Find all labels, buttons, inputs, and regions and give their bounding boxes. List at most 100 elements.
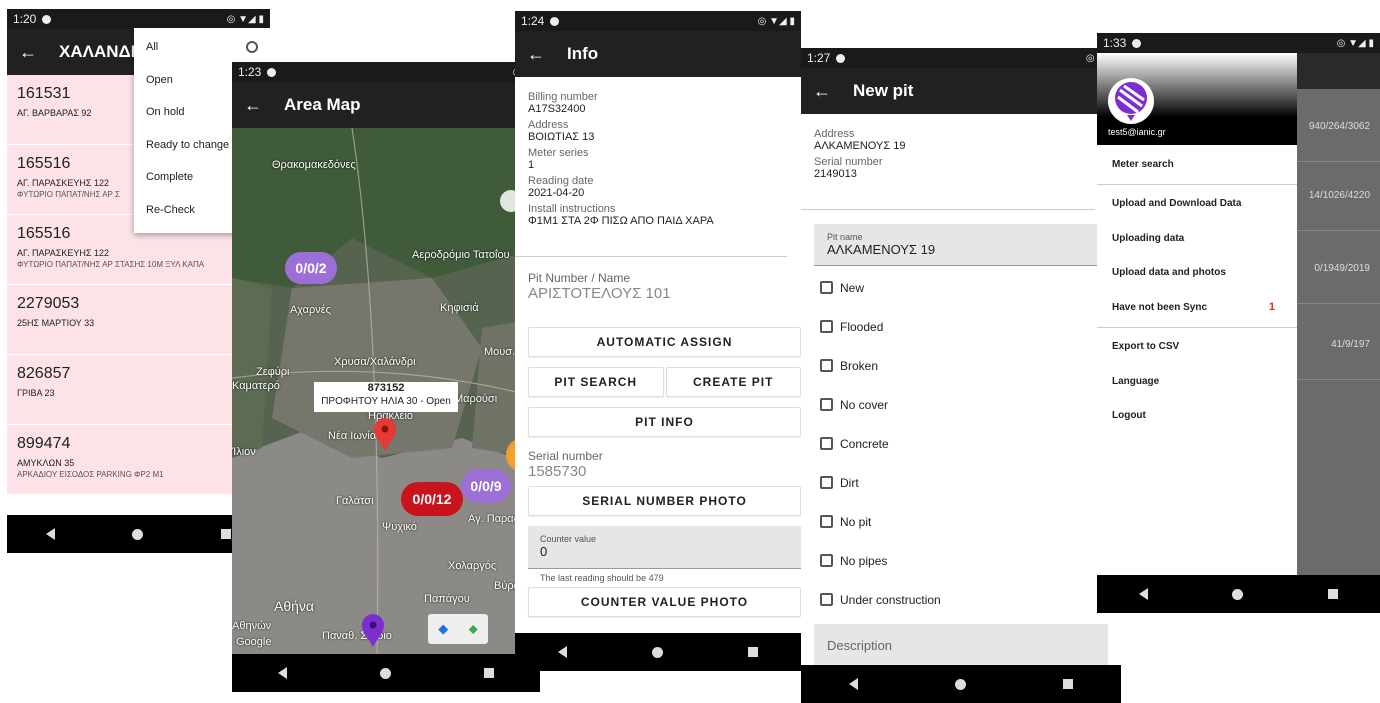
drawer-menu-item[interactable]: Have not been Sync 1 bbox=[1097, 290, 1297, 325]
nav-recents-icon[interactable] bbox=[1062, 679, 1073, 689]
background-list-divider bbox=[1297, 303, 1380, 304]
condition-checkbox[interactable]: Concrete bbox=[801, 424, 1121, 463]
map-place-label: Αθηνών bbox=[232, 620, 272, 632]
nav-recents-icon[interactable] bbox=[221, 529, 232, 539]
back-arrow-icon[interactable]: ← bbox=[813, 81, 831, 102]
checkbox-box[interactable] bbox=[820, 593, 833, 606]
create-pit-button[interactable]: CREATE PIT bbox=[665, 367, 801, 397]
checkbox-box[interactable] bbox=[820, 554, 833, 567]
drawer-item-label: Logout bbox=[1112, 410, 1146, 422]
map-place-label: Αχαρνές bbox=[290, 304, 331, 316]
nav-recents-icon[interactable] bbox=[483, 668, 494, 678]
address-value: ΑΛΚΑΜΕΝΟΥΣ 19 bbox=[814, 140, 906, 152]
meter-list-item[interactable]: 227905325ΗΣ ΜΑΡΤΙΟΥ 33Co bbox=[7, 285, 270, 355]
condition-checkbox[interactable]: Flooded bbox=[801, 307, 1121, 346]
map-cluster[interactable]: 0/0/12 bbox=[401, 482, 463, 516]
reading-date-label: Reading date bbox=[528, 175, 594, 187]
drawer-item-label: Upload data and photos bbox=[1112, 267, 1226, 279]
nav-home-icon[interactable] bbox=[1232, 588, 1244, 600]
nav-bar bbox=[801, 665, 1121, 703]
checkbox-box[interactable] bbox=[820, 281, 833, 294]
maps-app-shortcut[interactable]: ◆ ⬥ bbox=[428, 614, 488, 644]
condition-checkbox[interactable]: No pit bbox=[801, 502, 1121, 541]
notification-icon bbox=[267, 67, 277, 77]
serial-photo-button[interactable]: SERIAL NUMBER PHOTO bbox=[528, 486, 801, 516]
checkbox-box[interactable] bbox=[820, 320, 833, 333]
nav-bar bbox=[232, 654, 540, 692]
drawer-menu-item[interactable]: Uploading data bbox=[1097, 221, 1297, 256]
drawer-item-label: Have not been Sync bbox=[1112, 301, 1208, 313]
nav-recents-icon[interactable] bbox=[748, 647, 759, 657]
checkbox-box[interactable] bbox=[820, 437, 833, 450]
pit-info-button[interactable]: PIT INFO bbox=[528, 407, 801, 437]
condition-checkbox[interactable]: Broken bbox=[801, 346, 1121, 385]
drawer-item-label: Upload and Download Data bbox=[1112, 198, 1242, 210]
back-arrow-icon[interactable]: ← bbox=[527, 44, 545, 65]
checkbox-box[interactable] bbox=[820, 398, 833, 411]
radio-button[interactable] bbox=[246, 41, 258, 54]
map-cluster[interactable]: 0/0/9 bbox=[461, 469, 511, 503]
status-icons: ◎ ▼◢ ▮ bbox=[226, 13, 264, 25]
avatar bbox=[1108, 78, 1154, 124]
condition-checkbox[interactable]: Dirt bbox=[801, 463, 1121, 502]
drawer-menu-item[interactable]: Language bbox=[1097, 364, 1297, 399]
checkbox-label: Concrete bbox=[840, 436, 889, 451]
google-maps-icon[interactable]: ⬥ bbox=[469, 621, 478, 637]
drawer-header: test5@ianic.gr bbox=[1097, 53, 1297, 145]
checkbox-box[interactable] bbox=[820, 515, 833, 528]
filter-option[interactable]: All bbox=[134, 31, 270, 64]
pit-name-value: ΑΛΚΑΜΕΝΟΥΣ 19 bbox=[827, 242, 936, 257]
pit-search-button[interactable]: PIT SEARCH bbox=[528, 367, 664, 397]
pit-name-field[interactable]: Pit name ΑΛΚΑΜΕΝΟΥΣ 19 bbox=[814, 224, 1108, 266]
drawer-menu-item[interactable]: Export to CSV bbox=[1097, 330, 1297, 365]
back-arrow-icon[interactable]: ← bbox=[19, 42, 37, 63]
nav-recents-icon[interactable] bbox=[1327, 589, 1338, 599]
red-marker-icon[interactable] bbox=[373, 418, 397, 452]
serial-label: Serial number bbox=[528, 449, 603, 463]
nav-home-icon[interactable] bbox=[954, 678, 966, 690]
meter-list-item[interactable]: 899474 ΑΜΥΚΛΩΝ 35 ΑΡΚΑΔΙΟΥ ΕΙΣΟΔΟΣ PARKING… bbox=[7, 425, 270, 495]
checkbox-label: Flooded bbox=[840, 319, 884, 334]
description-field[interactable]: Description bbox=[814, 624, 1108, 668]
reading-date-value: 2021-04-20 bbox=[528, 187, 585, 199]
nav-back-icon[interactable] bbox=[557, 646, 567, 658]
meter-list-item[interactable]: 826857 ΓΡΙΒΑ 23 bbox=[7, 355, 270, 425]
automatic-assign-button[interactable]: AUTOMATIC ASSIGN bbox=[528, 327, 801, 357]
page-title: Info bbox=[567, 44, 599, 63]
series-value: 1 bbox=[528, 159, 535, 171]
install-label: Install instructions bbox=[528, 203, 616, 215]
nav-home-icon[interactable] bbox=[651, 646, 663, 658]
map-view[interactable]: Θρακομακεδόνες Αεροδρόμιο Τατοΐου Αχαρνές Κ… bbox=[232, 128, 540, 654]
condition-checkbox[interactable]: Under construction bbox=[801, 580, 1121, 619]
background-list-value: 0/1949/2019 bbox=[1314, 263, 1370, 274]
nav-home-icon[interactable] bbox=[379, 667, 391, 679]
map-place-label: Νέα Ιωνία bbox=[328, 430, 377, 442]
nav-back-icon[interactable] bbox=[278, 667, 288, 679]
checkbox-box[interactable] bbox=[820, 359, 833, 372]
map-place-label: Θρακομακεδόνες bbox=[272, 159, 356, 171]
condition-checkbox[interactable]: New bbox=[801, 268, 1121, 307]
nav-back-icon[interactable] bbox=[849, 678, 859, 690]
purple-marker-icon[interactable] bbox=[361, 614, 385, 648]
drawer-menu-item[interactable]: Logout bbox=[1097, 399, 1297, 434]
drawer-menu-item[interactable]: Meter search bbox=[1097, 147, 1297, 182]
back-arrow-icon[interactable]: ← bbox=[244, 95, 262, 116]
drawer-menu-item[interactable]: Upload and Download Data bbox=[1097, 187, 1297, 222]
nav-home-icon[interactable] bbox=[132, 528, 144, 540]
checkbox-label: Under construction bbox=[840, 592, 941, 607]
marker-callout[interactable]: 873152 ΠΡΟΦΗΤΟΥ ΗΛΙΑ 30 - Open bbox=[314, 382, 458, 412]
condition-checkboxes: New Flooded Broken No cover Concrete Dirt No p… bbox=[801, 268, 1121, 619]
clock: 1:27 bbox=[807, 51, 831, 65]
map-cluster[interactable]: 0/0/2 bbox=[285, 252, 337, 284]
condition-checkbox[interactable]: No pipes bbox=[801, 541, 1121, 580]
drawer-menu-item[interactable]: Upload data and photos bbox=[1097, 256, 1297, 291]
app-bar: ← Info bbox=[515, 31, 801, 77]
counter-photo-button[interactable]: COUNTER VALUE PHOTO bbox=[528, 587, 801, 617]
directions-icon[interactable]: ◆ bbox=[438, 621, 448, 637]
checkbox-box[interactable] bbox=[820, 476, 833, 489]
status-bar: 1:24 ◎ ▼◢ ▮ bbox=[515, 11, 801, 31]
nav-back-icon[interactable] bbox=[1139, 588, 1149, 600]
condition-checkbox[interactable]: No cover bbox=[801, 385, 1121, 424]
counter-field[interactable]: Counter value 0 bbox=[528, 526, 801, 569]
nav-back-icon[interactable] bbox=[45, 528, 55, 540]
